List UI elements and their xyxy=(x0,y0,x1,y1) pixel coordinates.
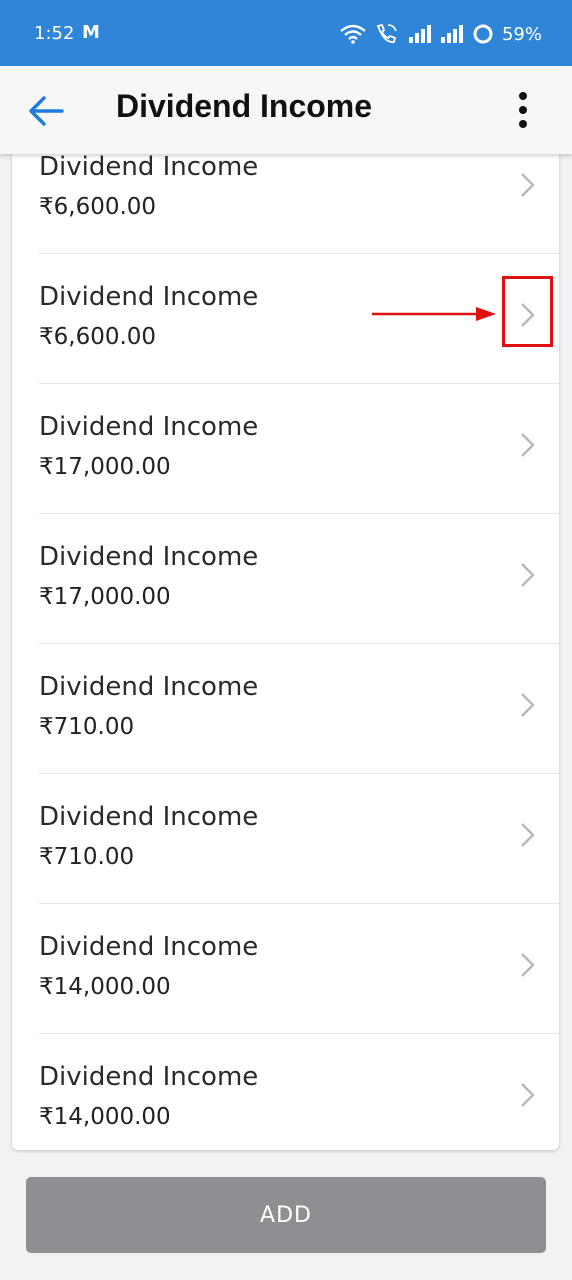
item-title: Dividend Income xyxy=(39,802,259,832)
annotation-highlight-box xyxy=(502,276,553,347)
list-item[interactable]: Dividend Income ₹17,000.00 xyxy=(39,514,559,644)
chevron-right-icon[interactable] xyxy=(517,946,539,984)
item-title: Dividend Income xyxy=(39,152,259,182)
wifi-calling-icon xyxy=(376,23,397,43)
item-title: Dividend Income xyxy=(39,412,259,442)
more-options-icon[interactable] xyxy=(506,90,540,130)
item-amount: ₹14,000.00 xyxy=(39,974,171,1000)
item-amount: ₹14,000.00 xyxy=(39,1104,171,1130)
list-item[interactable]: Dividend Income ₹710.00 xyxy=(39,774,559,904)
income-list: Dividend Income ₹6,600.00 Dividend Incom… xyxy=(12,150,559,1150)
chevron-right-icon[interactable] xyxy=(517,426,539,464)
item-title: Dividend Income xyxy=(39,932,259,962)
chevron-right-icon[interactable] xyxy=(517,686,539,724)
wifi-icon xyxy=(340,24,366,44)
item-amount: ₹710.00 xyxy=(39,844,135,870)
status-icons: 59% xyxy=(340,20,542,48)
item-title: Dividend Income xyxy=(39,672,259,702)
page-title: Dividend Income xyxy=(116,88,373,124)
chevron-right-icon[interactable] xyxy=(517,816,539,854)
list-item[interactable]: Dividend Income ₹14,000.00 xyxy=(39,1034,559,1150)
item-title: Dividend Income xyxy=(39,542,259,572)
battery-ring-icon xyxy=(473,24,493,44)
item-amount: ₹710.00 xyxy=(39,714,135,740)
add-button[interactable]: ADD xyxy=(26,1177,546,1253)
item-amount: ₹17,000.00 xyxy=(39,584,171,610)
chevron-right-icon[interactable] xyxy=(517,1076,539,1114)
gmail-notification-icon: M xyxy=(82,22,100,43)
annotation-arrow-icon xyxy=(372,307,496,321)
chevron-right-icon[interactable] xyxy=(517,556,539,594)
item-title: Dividend Income xyxy=(39,282,259,312)
item-amount: ₹6,600.00 xyxy=(39,324,157,350)
list-item[interactable]: Dividend Income ₹710.00 xyxy=(39,644,559,774)
list-item[interactable]: Dividend Income ₹6,600.00 xyxy=(39,150,559,254)
income-list-scroll: Dividend Income ₹6,600.00 Dividend Incom… xyxy=(12,150,559,1150)
chevron-right-icon[interactable] xyxy=(517,166,539,204)
list-item[interactable]: Dividend Income ₹14,000.00 xyxy=(39,904,559,1034)
status-time: 1:52 xyxy=(34,23,75,44)
app-bar: Dividend Income xyxy=(0,66,572,154)
item-amount: ₹6,600.00 xyxy=(39,194,157,220)
signal-icon-2 xyxy=(440,25,463,43)
back-arrow-icon[interactable] xyxy=(26,94,66,128)
status-bar: 1:52 M 59% xyxy=(0,0,572,66)
item-title: Dividend Income xyxy=(39,1062,259,1092)
item-amount: ₹17,000.00 xyxy=(39,454,171,480)
battery-percent: 59% xyxy=(501,23,542,45)
list-item[interactable]: Dividend Income ₹17,000.00 xyxy=(39,384,559,514)
signal-icon-1 xyxy=(408,25,431,43)
